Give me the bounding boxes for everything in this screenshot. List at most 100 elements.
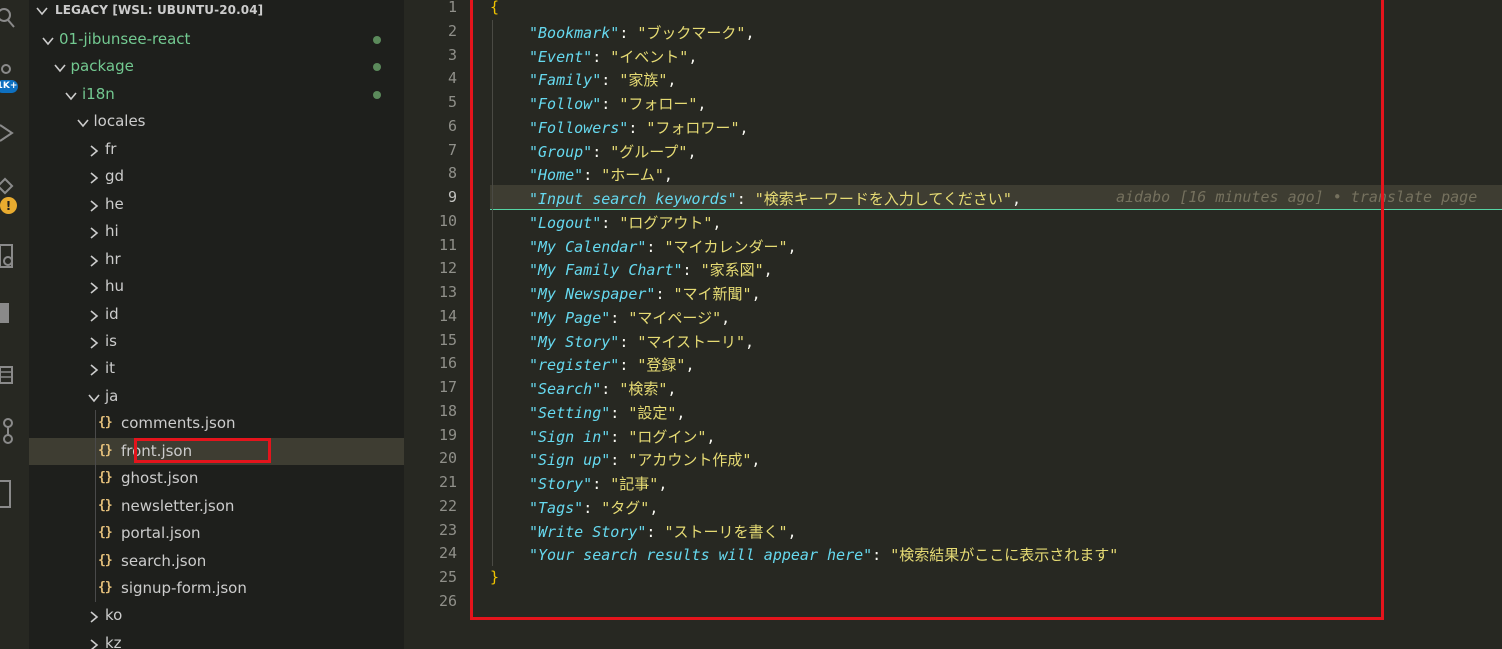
chevron-right-icon: [90, 227, 99, 239]
line-number: 26: [438, 591, 457, 610]
chevron-right-icon: [90, 254, 99, 267]
file-label: search.json: [121, 551, 207, 570]
file-item[interactable]: {} signup-form.json: [29, 575, 404, 602]
folder-item[interactable]: hu: [29, 273, 404, 300]
chevron-down-icon: [65, 92, 77, 101]
chevron-right-icon: [90, 611, 99, 624]
line-number: 20: [438, 449, 457, 468]
remote-explorer-icon[interactable]: [0, 242, 29, 272]
line-number: 3: [447, 45, 457, 64]
line-number: 12: [438, 259, 457, 278]
explorer-root-header[interactable]: LEGACY [WSL: UBUNTU-20.04]: [29, 0, 404, 24]
json-file-icon: {}: [98, 497, 113, 513]
git-graph-icon[interactable]: [0, 418, 29, 448]
folder-item[interactable]: is: [29, 328, 404, 355]
file-label: ghost.json: [121, 469, 199, 488]
line-number: 4: [447, 69, 457, 88]
folder-item[interactable]: id: [29, 301, 404, 328]
folder-label: id: [105, 304, 119, 323]
line-number: 14: [438, 306, 457, 325]
activity-bar: 1K+ !: [0, 0, 29, 649]
database-icon[interactable]: [0, 360, 29, 390]
folder-item[interactable]: gd: [29, 163, 404, 190]
line-number: 11: [438, 235, 457, 254]
line-number: 7: [447, 140, 457, 159]
folder-item[interactable]: locales: [29, 108, 404, 135]
folder-item[interactable]: fr: [29, 136, 404, 163]
json-file-icon: {}: [98, 415, 113, 431]
line-number: 19: [438, 425, 457, 444]
line-number: 13: [438, 283, 457, 301]
chevron-right-icon: [90, 639, 99, 649]
chevron-right-icon: [90, 282, 99, 294]
chevron-down-icon: [76, 119, 89, 128]
highlight-annotation-editor: [470, 0, 1384, 620]
line-number: 16: [438, 354, 457, 373]
line-number: 22: [438, 496, 457, 515]
folder-item[interactable]: ja: [29, 383, 404, 410]
folder-label: ja: [105, 386, 119, 405]
notebook-icon[interactable]: [0, 480, 29, 510]
svg-text:!: !: [6, 199, 11, 213]
folder-label: hi: [105, 222, 119, 241]
folder-item[interactable]: 01-jibunsee-react: [29, 26, 404, 53]
json-file-icon: {}: [98, 580, 113, 595]
scm-badge: 1K+: [0, 80, 18, 93]
folder-item[interactable]: he: [29, 191, 404, 218]
folder-label: hu: [105, 277, 125, 296]
folder-label: kz: [105, 633, 122, 649]
highlight-annotation-file: [134, 438, 271, 463]
line-number: 8: [447, 164, 457, 183]
chevron-right-icon: [90, 364, 99, 377]
file-label: newsletter.json: [121, 496, 235, 515]
json-file-icon: {}: [98, 525, 113, 541]
warning-icon: !: [0, 197, 17, 214]
folder-item[interactable]: i18n: [29, 81, 404, 108]
chevron-right-icon: [90, 145, 99, 157]
chevron-down-icon: [53, 64, 66, 73]
search-icon[interactable]: [0, 2, 29, 32]
file-item[interactable]: {} newsletter.json: [29, 493, 404, 520]
line-number: 18: [438, 401, 457, 420]
docker-icon[interactable]: [0, 298, 29, 328]
workspace-title: LEGACY [WSL: UBUNTU-20.04]: [55, 3, 264, 17]
line-number: 23: [438, 520, 457, 539]
folder-label: ko: [105, 606, 123, 625]
file-item[interactable]: {} comments.json: [29, 410, 404, 437]
chevron-down-icon: [36, 7, 48, 16]
line-number: 2: [447, 21, 457, 40]
folder-item[interactable]: it: [29, 355, 404, 382]
file-item[interactable]: {} portal.json: [29, 520, 404, 547]
file-item[interactable]: {} ghost.json: [29, 465, 404, 492]
line-number: 15: [438, 330, 457, 349]
line-number: 9: [447, 188, 457, 206]
line-number: 6: [447, 116, 457, 135]
line-number: 21: [438, 473, 457, 491]
folder-label: fr: [105, 139, 117, 158]
folder-item[interactable]: hi: [29, 218, 404, 245]
file-label: comments.json: [121, 414, 236, 433]
folder-label: gd: [105, 167, 125, 186]
folder-label: hr: [105, 249, 121, 268]
folder-item[interactable]: package: [29, 53, 404, 80]
folder-label: i18n: [82, 84, 115, 103]
chevron-down-icon: [42, 37, 54, 46]
modified-dot-icon: [373, 90, 381, 99]
line-number: 24: [438, 544, 457, 563]
run-debug-icon[interactable]: [0, 118, 29, 148]
folder-item[interactable]: hr: [29, 246, 404, 273]
folder-item[interactable]: kz: [29, 630, 404, 649]
json-file-icon: {}: [98, 552, 113, 568]
modified-dot-icon: [373, 36, 381, 44]
line-number: 10: [438, 211, 457, 230]
chevron-right-icon: [90, 309, 99, 322]
chevron-right-icon: [90, 337, 99, 349]
file-label: portal.json: [121, 524, 201, 543]
tree-indent-guide: [95, 410, 96, 603]
chevron-right-icon: [90, 200, 99, 212]
file-label: signup-form.json: [121, 579, 247, 597]
file-item[interactable]: {} search.json: [29, 548, 404, 575]
chevron-down-icon: [88, 394, 100, 403]
folder-label: it: [105, 359, 116, 378]
folder-item[interactable]: ko: [29, 602, 404, 629]
